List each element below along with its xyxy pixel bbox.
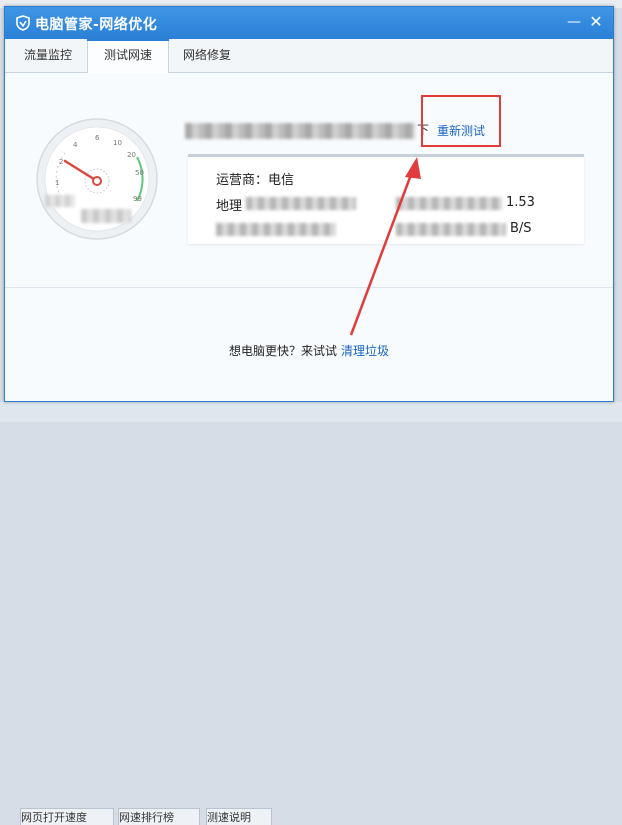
geo-ip-value <box>396 197 502 210</box>
shield-logo-icon <box>16 15 30 31</box>
retest-link[interactable]: 重新测试 <box>437 122 485 139</box>
gauge-tick: 2 <box>59 158 63 166</box>
gauge-unit-readout <box>45 195 75 207</box>
isp-row: 运营商：电信 <box>216 169 294 188</box>
gauge-tick: 4 <box>73 141 78 149</box>
title-bar[interactable]: 电脑管家-网络优化 — ✕ <box>5 7 613 39</box>
gauge-tick: 50 <box>135 169 144 177</box>
network-optimizer-window: 电脑管家-网络优化 — ✕ 流量监控 测试网速 网络修复 1 2 4 6 10 … <box>4 6 614 402</box>
background-tab: 网速排行榜 <box>118 808 200 825</box>
promo-line: 想电脑更快？来试试 清理垃圾 <box>229 342 389 359</box>
promo-text: 想电脑更快？来试试 <box>229 344 338 358</box>
geo-row: 地理 <box>216 195 242 214</box>
clean-junk-link[interactable]: 清理垃圾 <box>341 344 389 358</box>
background-window-bottom: 网页打开速度 网速排行榜 测速说明 <box>0 402 622 825</box>
tab-bar: 流量监控 测试网速 网络修复 <box>5 39 613 73</box>
connection-info-box: 运营商：电信 地理 1.53 B/S <box>188 154 584 244</box>
speed-row-value <box>396 223 506 236</box>
gauge-tick: 10 <box>113 139 122 147</box>
geo-label: 地理 <box>216 199 243 214</box>
gauge-tick: 1 <box>55 179 59 187</box>
speed-result-text <box>185 123 415 139</box>
section-divider <box>5 287 613 288</box>
background-tab: 测速说明 <box>206 808 272 825</box>
gauge-tick: 20 <box>127 151 136 159</box>
window-title: 电脑管家-网络优化 <box>35 17 158 33</box>
speed-result-tail: 下 <box>417 123 430 137</box>
background-tab: 网页打开速度 <box>20 808 114 825</box>
geo-ip-tail: 1.53 <box>506 195 535 210</box>
close-button[interactable]: ✕ <box>587 13 605 31</box>
tab-traffic-monitor[interactable]: 流量监控 <box>9 39 87 72</box>
geo-value <box>246 197 356 210</box>
minimize-button[interactable]: — <box>565 13 583 31</box>
speed-test-panel: 1 2 4 6 10 20 50 99 下 重新测试 运营商：电信 地理 1.5… <box>5 73 613 401</box>
gauge-speed-readout <box>81 209 131 223</box>
gauge-tick: 6 <box>95 134 100 142</box>
speed-row-tail: B/S <box>510 221 532 236</box>
speed-row-label <box>216 223 336 236</box>
tab-network-repair[interactable]: 网络修复 <box>167 39 247 72</box>
isp-label: 运营商：电信 <box>216 173 295 188</box>
tab-speed-test[interactable]: 测试网速 <box>87 39 169 73</box>
gauge-tick: 99 <box>133 195 142 203</box>
